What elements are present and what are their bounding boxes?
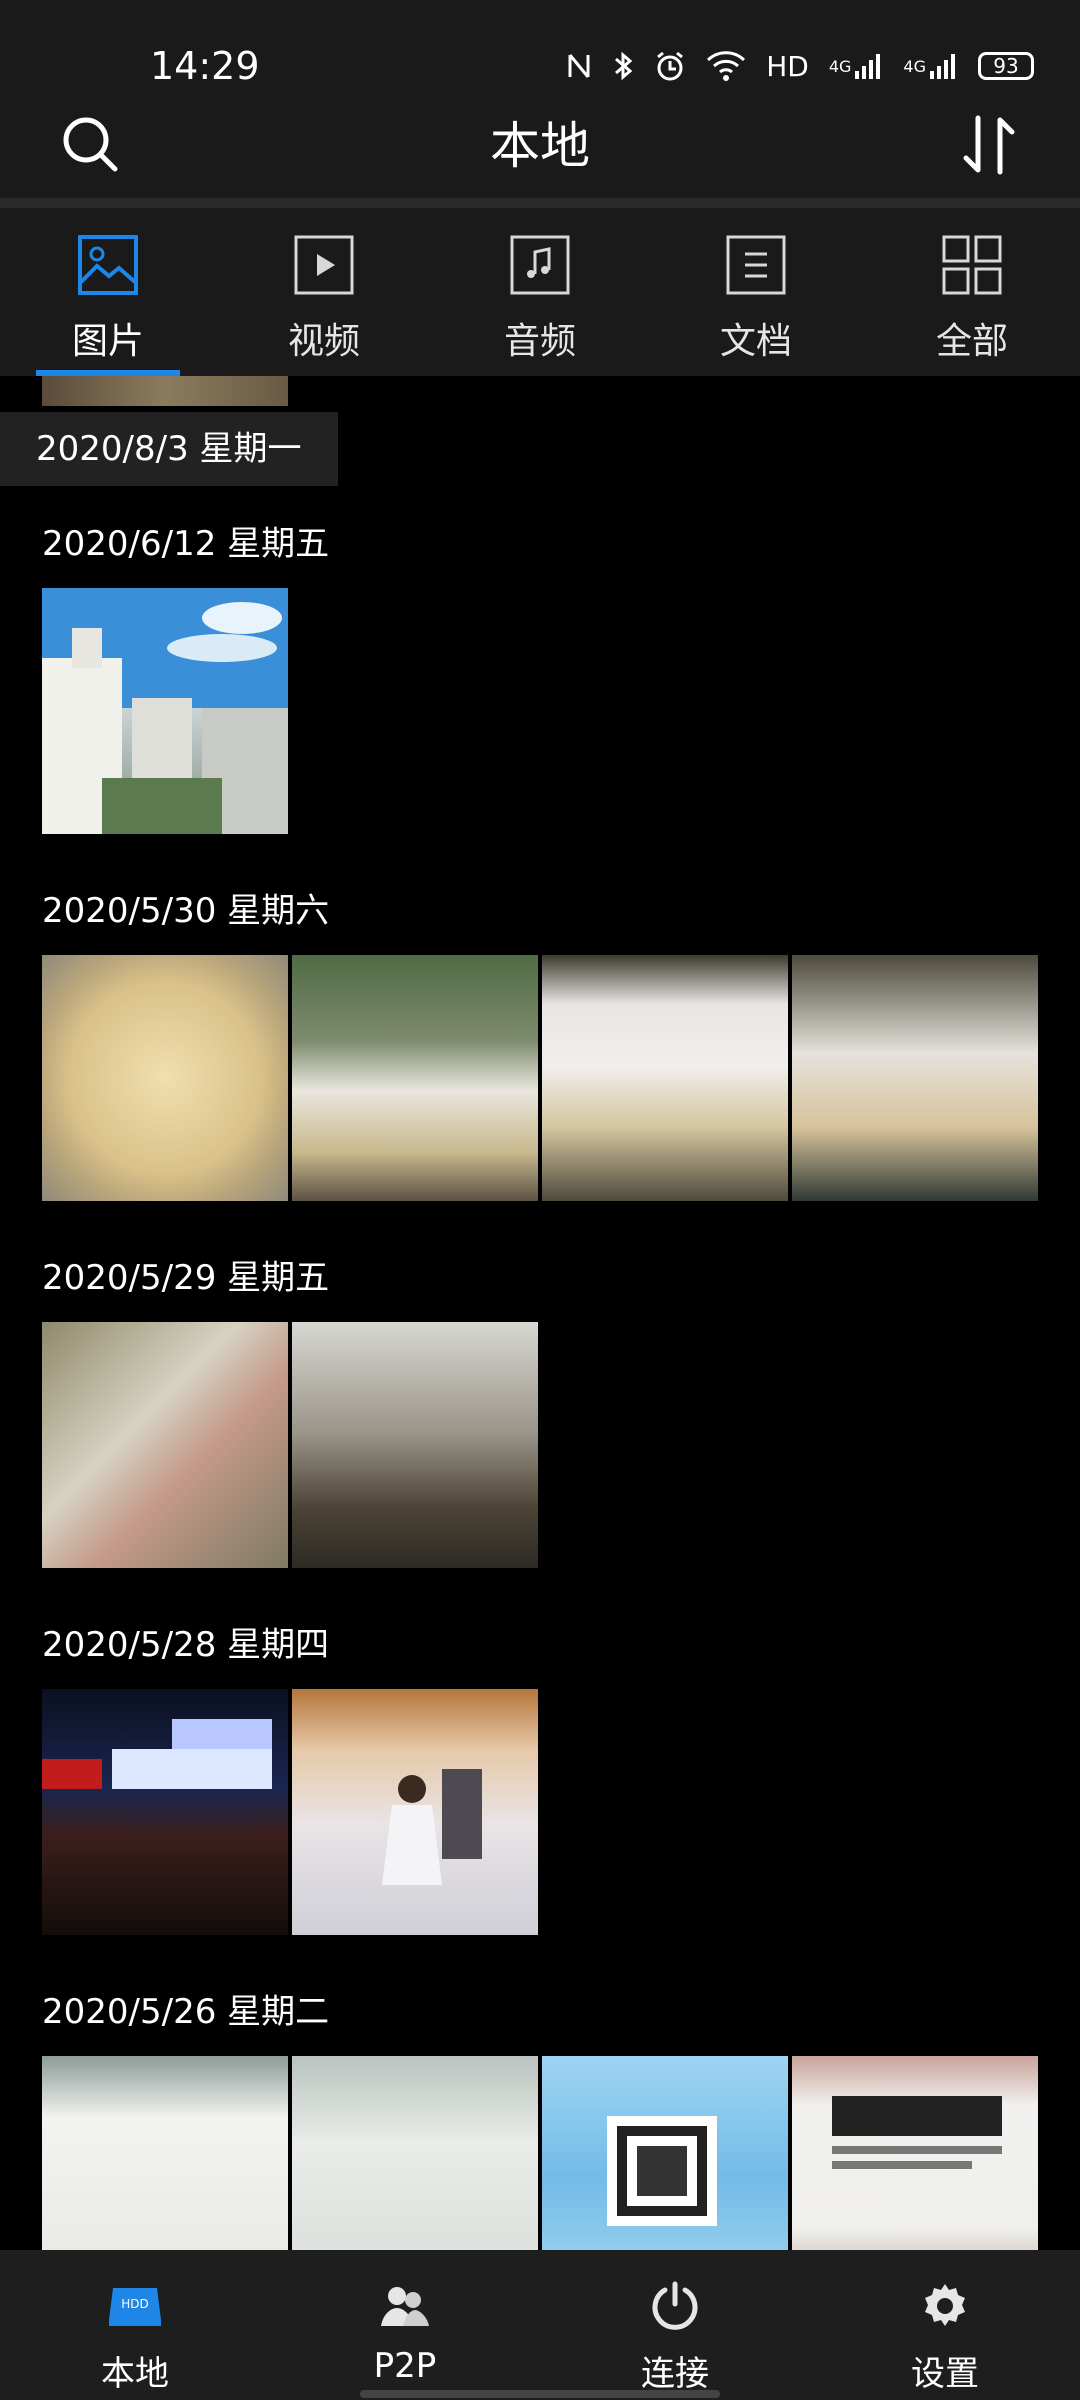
tab-label: 文档 [719,321,792,362]
hd-label: HD [766,49,809,83]
section-date: 2020/6/12 星期五 [42,524,330,564]
tab-documents[interactable]: 文档 [648,208,864,376]
tab-audio[interactable]: 音频 [432,208,648,376]
music-icon [510,235,570,295]
sort-icon [963,115,1015,175]
signal-icon-2: 4G [903,51,958,81]
thumbnail-row [42,588,288,834]
nav-p2p[interactable]: P2P [270,2250,540,2400]
hdd-badge-text: HDD [121,2297,149,2311]
section-date: 2020/5/28 星期四 [42,1625,330,1665]
photo-thumbnail[interactable] [292,955,538,1201]
tab-label: 音频 [503,321,576,362]
thumbnail-row [42,955,1038,1201]
signal-icon: 4G [829,51,884,81]
video-icon [294,235,354,295]
tab-video[interactable]: 视频 [216,208,432,376]
photo-girl-art [382,1769,482,1885]
status-time: 14:29 [150,44,260,88]
status-bar: 14:29 HD 4G 4G 93 [0,0,1080,118]
thumbnail-row [42,2056,1038,2250]
tab-label: 视频 [287,321,360,362]
status-icons: HD 4G 4G 93 [566,46,1034,86]
photo-list[interactable]: 2020/8/3 星期一 2020/6/12 星期五 2020/5/30 星期六 [0,376,1080,2250]
category-tabs: 图片 视频 音频 文档 全部 [0,208,1080,376]
sort-button[interactable] [954,110,1024,180]
nav-label: 设置 [911,2354,979,2394]
photo-thumbnail[interactable] [792,2056,1038,2250]
users-icon [381,2287,429,2326]
signal-label: 4G [828,56,852,76]
photo-building-art [42,588,288,834]
nfc-icon [566,51,592,81]
section-date: 2020/5/29 星期五 [42,1258,330,1298]
photo-night-art [42,1719,272,1789]
nav-local[interactable]: HDD 本地 [0,2250,270,2400]
nav-label: 本地 [101,2354,169,2394]
photo-thumbnail[interactable] [42,2056,288,2250]
tab-label: 全部 [935,321,1008,362]
photo-thumbnail[interactable] [42,955,288,1201]
tab-all[interactable]: 全部 [864,208,1080,376]
bottom-navigation: HDD 本地 P2P 连接 设置 [0,2250,1080,2400]
bluetooth-icon [612,50,634,82]
photo-qr-art [607,2116,717,2226]
tab-images[interactable]: 图片 [0,208,216,376]
photo-thumbnail[interactable] [792,955,1038,1201]
photo-thumbnail[interactable] [42,588,288,834]
power-icon [652,2281,698,2330]
signal-label-2: 4G [903,56,926,76]
photo-thumbnail[interactable] [292,1322,538,1568]
gear-icon [925,2284,965,2326]
nav-label: 连接 [641,2354,709,2394]
app-bar: 本地 [0,115,1080,198]
photo-thumbnail[interactable] [542,955,788,1201]
photo-thumbnail[interactable] [42,1322,288,1568]
home-indicator[interactable] [360,2390,720,2398]
section-date: 2020/5/30 星期六 [42,891,330,931]
sticky-date-header: 2020/8/3 星期一 [0,412,338,486]
photo-thumbnail[interactable] [542,2056,788,2250]
alarm-icon [654,50,686,82]
wifi-icon [706,50,746,82]
image-icon [78,235,138,295]
battery-indicator: 93 [978,52,1034,80]
thumbnail-row [42,1689,538,1935]
thumbnail-row [42,1322,538,1568]
nav-connect[interactable]: 连接 [540,2250,810,2400]
nav-label: P2P [373,2346,437,2386]
photo-thumbnail[interactable] [292,2056,538,2250]
section-date: 2020/5/26 星期二 [42,1992,330,2032]
grid-icon [942,235,1002,295]
photo-thumbnail[interactable] [42,1689,288,1935]
photo-label-art [832,2096,1002,2169]
nav-settings[interactable]: 设置 [810,2250,1080,2400]
photo-thumbnail[interactable] [292,1689,538,1935]
divider [0,198,1080,208]
document-icon [726,235,786,295]
tab-label: 图片 [71,321,144,362]
page-title: 本地 [490,117,590,175]
hdd-icon: HDD [109,2288,161,2326]
photo-thumbnail[interactable] [42,376,288,406]
